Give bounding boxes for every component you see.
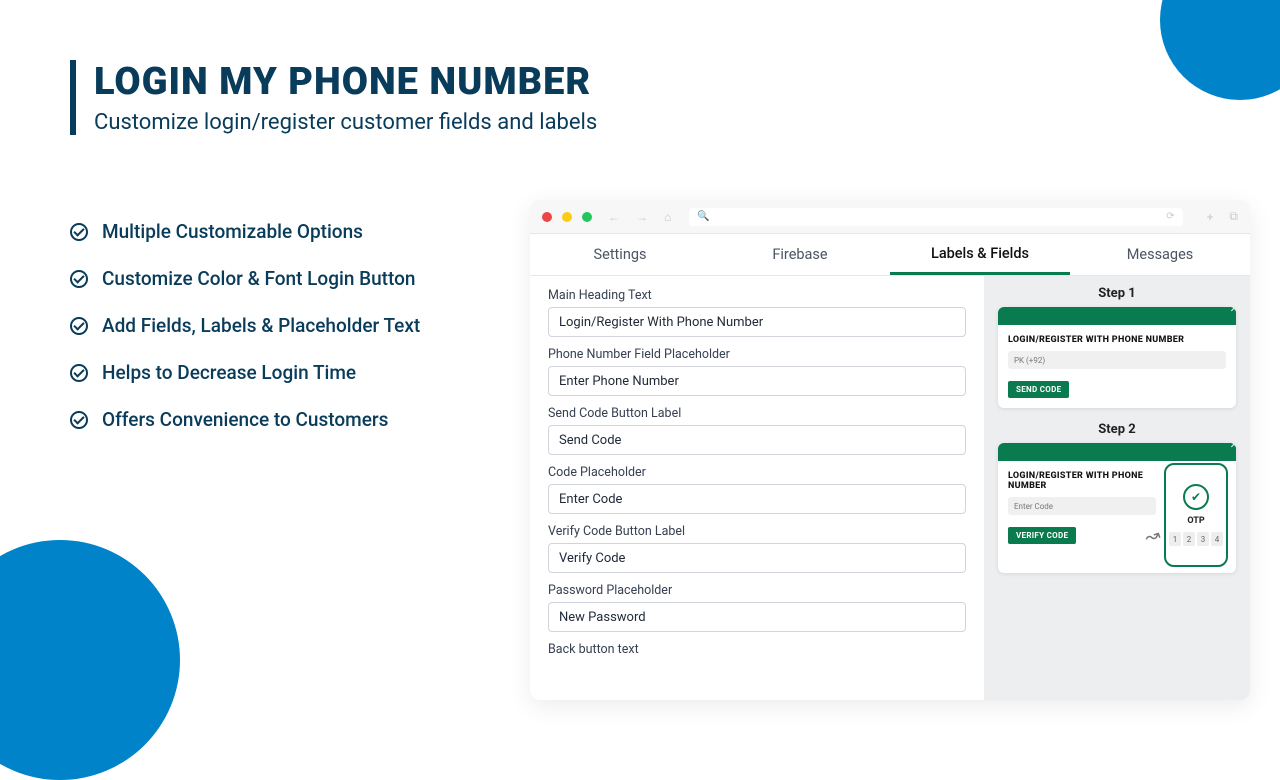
field-label: Verify Code Button Label [548, 524, 966, 539]
tab-firebase[interactable]: Firebase [710, 234, 890, 275]
app-body: Main Heading Text Phone Number Field Pla… [530, 276, 1250, 700]
preview-card-step1: ✕ LOGIN/REGISTER WITH PHONE NUMBER PK (+… [998, 307, 1236, 408]
otp-digit: 2 [1183, 532, 1195, 546]
forward-icon[interactable]: → [636, 210, 648, 224]
feature-item: Customize Color & Font Login Button [70, 267, 490, 290]
check-icon [70, 223, 88, 241]
preview-card-step2: ✕ LOGIN/REGISTER WITH PHONE NUMBER Enter… [998, 443, 1236, 573]
feature-text: Add Fields, Labels & Placeholder Text [102, 314, 420, 337]
home-icon[interactable]: ⌂ [664, 210, 671, 224]
code-placeholder-input[interactable] [548, 484, 966, 514]
refresh-icon[interactable]: ⟳ [1166, 211, 1174, 222]
app-window: ← → ⌂ 🔍⟳ + ⧉ Settings Firebase Labels & … [530, 200, 1250, 700]
otp-digit: 1 [1169, 532, 1181, 546]
decorative-blob-top-right [1160, 0, 1280, 100]
browser-chrome: ← → ⌂ 🔍⟳ + ⧉ [530, 200, 1250, 234]
otp-label: OTP [1187, 516, 1204, 526]
tab-settings[interactable]: Settings [530, 234, 710, 275]
field-label: Phone Number Field Placeholder [548, 347, 966, 362]
feature-text: Offers Convenience to Customers [102, 408, 388, 431]
otp-digit: 3 [1197, 532, 1209, 546]
page-subtitle: Customize login/register customer fields… [94, 110, 597, 135]
field-label: Code Placeholder [548, 465, 966, 480]
feature-item: Offers Convenience to Customers [70, 408, 490, 431]
check-icon [70, 364, 88, 382]
otp-digit: 4 [1211, 532, 1223, 546]
decorative-blob-bottom-left [0, 540, 180, 780]
preview-title: LOGIN/REGISTER WITH PHONE NUMBER [1008, 335, 1226, 345]
copy-icon[interactable]: ⧉ [1229, 209, 1238, 224]
phone-placeholder-input[interactable] [548, 366, 966, 396]
check-icon [70, 317, 88, 335]
main-heading-input[interactable] [548, 307, 966, 337]
tab-messages[interactable]: Messages [1070, 234, 1250, 275]
feature-item: Multiple Customizable Options [70, 220, 490, 243]
feature-list: Multiple Customizable Options Customize … [70, 220, 490, 455]
field-label: Password Placeholder [548, 583, 966, 598]
step2-label: Step 2 [998, 422, 1236, 437]
feature-text: Multiple Customizable Options [102, 220, 363, 243]
check-icon [70, 411, 88, 429]
verify-code-label-input[interactable] [548, 543, 966, 573]
feature-text: Customize Color & Font Login Button [102, 267, 415, 290]
tab-bar: Settings Firebase Labels & Fields Messag… [530, 234, 1250, 276]
step1-label: Step 1 [998, 286, 1236, 301]
country-code[interactable]: PK (+92) [1008, 351, 1226, 369]
field-label: Main Heading Text [548, 288, 966, 303]
send-code-button[interactable]: SEND CODE [1008, 381, 1069, 398]
tab-labels-fields[interactable]: Labels & Fields [890, 234, 1070, 275]
verify-code-button[interactable]: VERIFY CODE [1008, 527, 1076, 544]
feature-text: Helps to Decrease Login Time [102, 361, 356, 384]
feature-item: Add Fields, Labels & Placeholder Text [70, 314, 490, 337]
send-code-label-input[interactable] [548, 425, 966, 455]
preview-title: LOGIN/REGISTER WITH PHONE NUMBER [1008, 471, 1156, 491]
search-icon: 🔍 [697, 211, 709, 222]
back-icon[interactable]: ← [608, 210, 620, 224]
address-bar[interactable]: 🔍⟳ [689, 208, 1182, 226]
add-tab-icon[interactable]: + [1207, 210, 1214, 224]
window-close-icon[interactable] [542, 212, 552, 222]
field-label: Send Code Button Label [548, 406, 966, 421]
hero-header: LOGIN MY PHONE NUMBER Customize login/re… [70, 60, 597, 135]
preview-column: Step 1 ✕ LOGIN/REGISTER WITH PHONE NUMBE… [984, 276, 1250, 700]
window-min-icon[interactable] [562, 212, 572, 222]
page-title: LOGIN MY PHONE NUMBER [94, 60, 597, 104]
feature-item: Helps to Decrease Login Time [70, 361, 490, 384]
window-max-icon[interactable] [582, 212, 592, 222]
field-label: Back button text [548, 642, 966, 657]
check-icon [70, 270, 88, 288]
phone-mock: ✔ OTP 1 2 3 4 [1164, 463, 1228, 567]
shield-icon: ✔ [1183, 484, 1209, 510]
form-column: Main Heading Text Phone Number Field Pla… [530, 276, 984, 700]
enter-code-field[interactable]: Enter Code [1008, 497, 1156, 515]
password-placeholder-input[interactable] [548, 602, 966, 632]
